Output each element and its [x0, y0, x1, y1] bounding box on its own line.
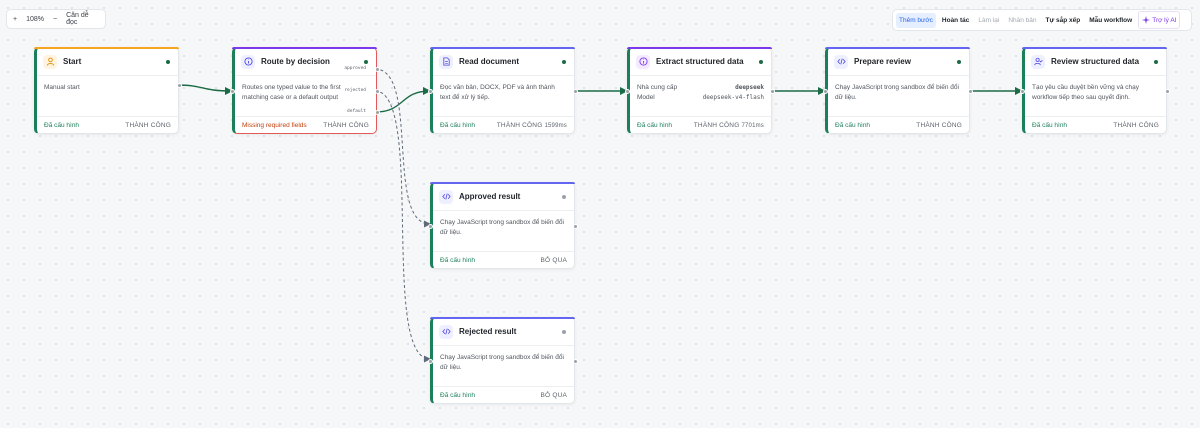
output-handle[interactable]	[177, 83, 182, 88]
run-result: THÀNH CÔNG	[496, 121, 543, 129]
duplicate-button[interactable]: Nhân bản	[1005, 13, 1039, 28]
node-description: Manual start	[44, 84, 80, 91]
output-handle[interactable]	[573, 89, 578, 94]
zoom-level: 108%	[26, 15, 44, 23]
status-dot	[1154, 59, 1158, 64]
user-icon	[43, 54, 57, 69]
ai-assistant-button[interactable]: Trợ lý AI	[1138, 11, 1181, 29]
provider-value: deepseek	[735, 84, 764, 91]
edge-start-route	[176, 84, 233, 95]
config-status: Đã cấu hình	[1032, 121, 1068, 129]
ai-assistant-label: Trợ lý AI	[1152, 16, 1177, 24]
handle-label-approved: approved	[344, 66, 366, 71]
node-description: Chạy JavaScript trong sandbox để biến đổ…	[440, 354, 564, 372]
config-status: Missing required fields	[242, 121, 307, 129]
run-result: BỎ QUA	[540, 256, 567, 264]
status-dot	[562, 329, 566, 334]
templates-button[interactable]: Mẫu workflow	[1086, 13, 1135, 28]
node-description: Đọc văn bản, DOCX, PDF và ảnh thành text…	[440, 84, 555, 102]
run-duration: 1599ms	[544, 122, 567, 129]
output-handle[interactable]	[770, 89, 775, 94]
zoom-controls: + 108% − Căn dễ đọc	[6, 9, 106, 29]
config-status: Đã cấu hình	[440, 121, 476, 129]
handle-label-default: default	[347, 109, 366, 114]
provider-label: Nhà cung cấp	[637, 84, 678, 91]
output-handle[interactable]	[573, 224, 578, 229]
status-dot	[759, 59, 763, 64]
config-status: Đã cấu hình	[835, 121, 871, 129]
node-route-by-decision[interactable]: Route by decision Routes one typed value…	[230, 47, 380, 134]
fit-readable-button[interactable]: Căn dễ đọc	[66, 12, 99, 26]
input-handle[interactable]	[625, 89, 630, 94]
config-status: Đã cấu hình	[440, 391, 476, 399]
info-icon	[241, 54, 255, 69]
node-review-structured-data[interactable]: Review structured data Tạo yêu cầu duyệt…	[1020, 47, 1170, 134]
undo-button[interactable]: Hoàn tác	[939, 13, 972, 28]
model-value: deepseek-v4-flash	[702, 94, 764, 102]
workflow-toolbar: Thêm bước Hoàn tác Làm lại Nhân bản Tự s…	[892, 9, 1192, 31]
input-handle[interactable]	[230, 89, 235, 94]
status-dot	[562, 59, 566, 64]
document-icon	[439, 54, 453, 69]
run-result: THÀNH CÔNG	[916, 121, 962, 129]
output-handle[interactable]	[968, 89, 973, 94]
zoom-in-button[interactable]: +	[13, 16, 17, 23]
node-title: Read document	[459, 57, 520, 66]
run-duration: 7701ms	[741, 122, 764, 129]
zoom-out-button[interactable]: −	[53, 16, 57, 23]
node-description: Chạy JavaScript trong sandbox để biến đổ…	[835, 84, 959, 102]
node-title: Start	[63, 57, 82, 66]
run-result: THÀNH CÔNG	[693, 121, 740, 129]
input-handle[interactable]	[1020, 89, 1025, 94]
user-check-icon	[1031, 54, 1045, 69]
input-handle[interactable]	[428, 224, 433, 229]
output-handle-approved[interactable]	[375, 67, 380, 72]
code-icon	[834, 54, 848, 69]
node-rejected-result[interactable]: Rejected result Chạy JavaScript trong sa…	[428, 317, 578, 404]
node-title: Review structured data	[1051, 57, 1140, 66]
redo-button[interactable]: Làm lại	[975, 13, 1002, 28]
handle-label-rejected: rejected	[344, 88, 366, 93]
node-title: Rejected result	[459, 327, 517, 336]
add-step-button[interactable]: Thêm bước	[896, 12, 936, 28]
output-handle[interactable]	[573, 359, 578, 364]
node-title: Extract structured data	[656, 57, 744, 66]
workflow-edges	[176, 68, 1023, 363]
run-result: THÀNH CÔNG	[125, 121, 171, 129]
node-approved-result[interactable]: Approved result Chạy JavaScript trong sa…	[428, 182, 578, 269]
status-dot	[562, 194, 566, 199]
input-handle[interactable]	[428, 89, 433, 94]
status-dot	[166, 59, 170, 64]
input-handle[interactable]	[823, 89, 828, 94]
code-icon	[439, 189, 453, 204]
node-title: Route by decision	[261, 57, 330, 66]
node-title: Approved result	[459, 192, 521, 201]
status-dot	[957, 59, 961, 64]
node-extract-structured-data[interactable]: Extract structured data Nhà cung cấp deep…	[625, 47, 775, 134]
input-handle[interactable]	[428, 359, 433, 364]
node-read-document[interactable]: Read document Đọc văn bản, DOCX, PDF và …	[428, 47, 578, 134]
status-dot	[364, 59, 368, 64]
run-result: THÀNH CÔNG	[323, 121, 369, 129]
config-status: Đã cấu hình	[44, 121, 80, 129]
info-icon	[636, 54, 650, 69]
auto-arrange-button[interactable]: Tự sắp xếp	[1043, 13, 1084, 28]
output-handle-rejected[interactable]	[375, 89, 380, 94]
output-handle[interactable]	[1165, 89, 1170, 94]
run-result: BỎ QUA	[540, 391, 567, 399]
config-status: Đã cấu hình	[637, 121, 673, 129]
node-description: Tạo yêu cầu duyệt bền vững và chạy workf…	[1032, 84, 1139, 102]
run-result: THÀNH CÔNG	[1113, 121, 1159, 129]
edge-route-rejected	[374, 90, 431, 363]
node-prepare-review[interactable]: Prepare review Chạy JavaScript trong san…	[823, 47, 973, 134]
code-icon	[439, 324, 453, 339]
sparkle-icon	[1142, 16, 1151, 24]
node-description: Chạy JavaScript trong sandbox để biến đổ…	[440, 219, 564, 237]
model-label: Model	[637, 94, 655, 102]
node-title: Prepare review	[854, 57, 911, 66]
node-start[interactable]: Start Manual start Đã cấu hình THÀNH CÔN…	[34, 47, 182, 134]
edge-route-read	[374, 87, 431, 113]
output-handle-default[interactable]	[375, 110, 380, 115]
config-status: Đã cấu hình	[440, 256, 476, 264]
